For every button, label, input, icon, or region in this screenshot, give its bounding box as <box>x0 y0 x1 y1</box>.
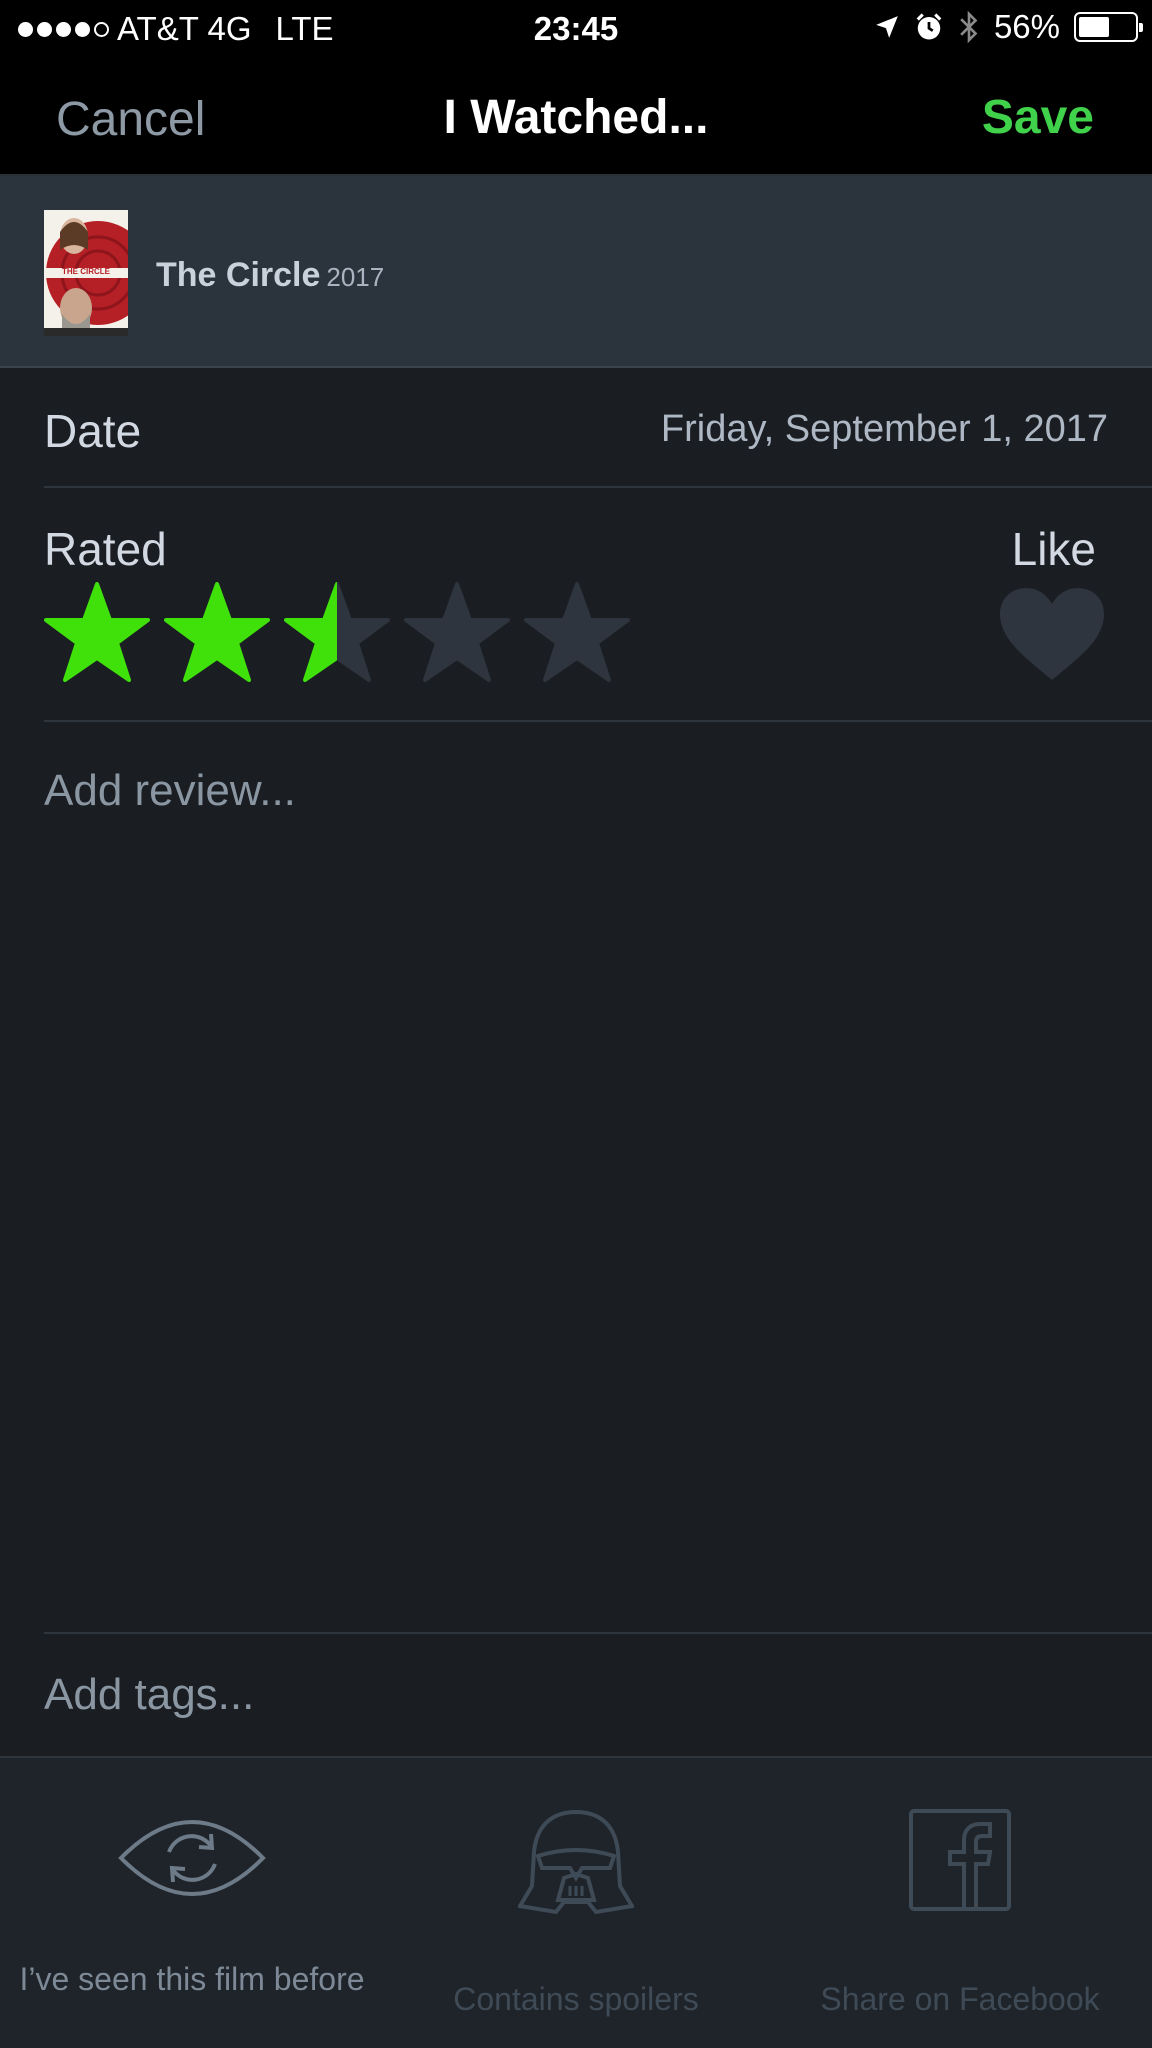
status-right: 56% <box>874 8 1143 46</box>
review-input[interactable]: Add review... <box>44 766 296 816</box>
poster-text: THE CIRCLE <box>62 267 110 276</box>
alarm-clock-icon <box>916 13 942 40</box>
star-2[interactable] <box>164 580 270 686</box>
rated-label: Rated <box>44 523 167 575</box>
like-label: Like <box>1011 523 1096 575</box>
nav-bar: Cancel I Watched... Save <box>0 58 1152 176</box>
film-poster: THE CIRCLE <box>44 210 128 336</box>
film-title: The Circle <box>156 256 321 294</box>
film-info: The Circle 2017 <box>156 256 384 295</box>
film-year: 2017 <box>326 262 385 292</box>
spoilers-button[interactable]: Contains spoilers <box>384 1758 768 2048</box>
share-facebook-button[interactable]: Share on Facebook <box>768 1758 1152 2048</box>
bluetooth-icon <box>960 10 978 44</box>
tags-row[interactable]: Add tags... <box>44 1632 1152 1756</box>
spoilers-label: Contains spoilers <box>453 1981 699 2017</box>
star-1[interactable] <box>44 580 150 686</box>
rewatch-eye-icon <box>118 1820 266 1896</box>
star-3[interactable] <box>284 580 390 686</box>
star-rating[interactable] <box>44 580 630 686</box>
rating-row: Rated Like <box>44 488 1152 722</box>
star-4[interactable] <box>404 580 510 686</box>
page-title: I Watched... <box>443 91 709 144</box>
battery-percent: 56% <box>993 8 1060 45</box>
tags-input[interactable]: Add tags... <box>44 1670 254 1720</box>
action-bar: I’ve seen this film before Contains spoi… <box>0 1756 1152 2048</box>
rewatch-label: I’ve seen this film before <box>19 1961 365 1997</box>
location-arrow-icon <box>876 16 898 38</box>
film-header: THE CIRCLE The Circle 2017 <box>0 176 1152 368</box>
facebook-icon <box>909 1809 1011 1911</box>
heart-icon[interactable] <box>996 584 1108 684</box>
date-row[interactable]: Date Friday, September 1, 2017 <box>44 368 1152 488</box>
save-button[interactable]: Save <box>982 90 1094 145</box>
star-5[interactable] <box>524 580 630 686</box>
date-value[interactable]: Friday, September 1, 2017 <box>661 408 1108 451</box>
share-facebook-label: Share on Facebook <box>820 1981 1100 2017</box>
rewatch-button[interactable]: I’ve seen this film before <box>0 1758 384 2048</box>
date-label: Date <box>44 405 142 457</box>
darth-vader-helmet-icon <box>518 1809 634 1915</box>
battery-icon <box>1074 12 1143 42</box>
status-bar: AT&T 4G LTE 23:45 56% <box>0 0 1152 58</box>
